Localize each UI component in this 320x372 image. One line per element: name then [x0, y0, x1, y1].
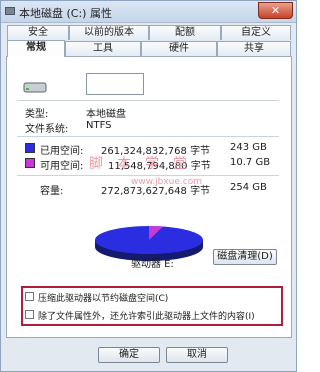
- free-space-label: 可用空间:: [40, 161, 84, 172]
- drive-letter-label: 驱动器 E:: [131, 259, 174, 270]
- tab-tools[interactable]: 工具: [65, 41, 141, 56]
- ok-button[interactable]: 确定: [98, 347, 160, 363]
- type-value: 本地磁盘: [86, 109, 126, 120]
- tab-previous-versions[interactable]: 以前的版本: [69, 25, 149, 40]
- free-space-swatch: [25, 158, 35, 168]
- close-button[interactable]: ✕: [258, 2, 293, 19]
- tab-sharing[interactable]: 共享: [217, 41, 291, 56]
- index-label: 除了文件属性外，还允许索引此驱动器上文件的内容(I): [38, 312, 255, 322]
- divider: [17, 100, 279, 101]
- watermark-url: www.jbxue.com: [131, 177, 202, 187]
- capacity-label: 容量:: [40, 186, 64, 197]
- filesystem-label: 文件系统:: [25, 124, 69, 135]
- tab-general[interactable]: 常规: [7, 40, 65, 57]
- tab-customize[interactable]: 自定义: [221, 25, 291, 40]
- tab-security[interactable]: 安全: [7, 25, 69, 40]
- cancel-button[interactable]: 取消: [166, 347, 228, 363]
- filesystem-value: NTFS: [86, 120, 112, 131]
- used-space-swatch: [25, 143, 35, 153]
- properties-dialog: 本地磁盘 (C:) 属性 ✕ 安全 以前的版本 配额 自定义 常规 工具 硬件 …: [0, 0, 297, 372]
- used-space-size: 243 GB: [230, 142, 267, 153]
- divider: [17, 136, 279, 137]
- drive-title-icon: [5, 7, 15, 15]
- tab-quota[interactable]: 配额: [149, 25, 221, 40]
- type-label: 类型:: [25, 109, 49, 120]
- title-bar: 本地磁盘 (C:) 属性 ✕: [1, 1, 296, 23]
- window-title: 本地磁盘 (C:) 属性: [19, 7, 112, 20]
- free-space-size: 10.7 GB: [230, 157, 271, 168]
- compress-label: 压缩此驱动器以节约磁盘空间(C): [38, 294, 169, 304]
- used-space-label: 已用空间:: [40, 146, 84, 157]
- volume-name-input[interactable]: [86, 73, 144, 95]
- disk-cleanup-button[interactable]: 磁盘清理(D): [213, 249, 277, 265]
- watermark-text: 脚本学堂: [89, 156, 201, 172]
- compress-checkbox[interactable]: [25, 292, 34, 301]
- index-checkbox[interactable]: [25, 310, 34, 319]
- drive-icon: [23, 82, 47, 93]
- capacity-size: 254 GB: [230, 182, 267, 193]
- tab-hardware[interactable]: 硬件: [141, 41, 217, 56]
- divider: [17, 175, 279, 176]
